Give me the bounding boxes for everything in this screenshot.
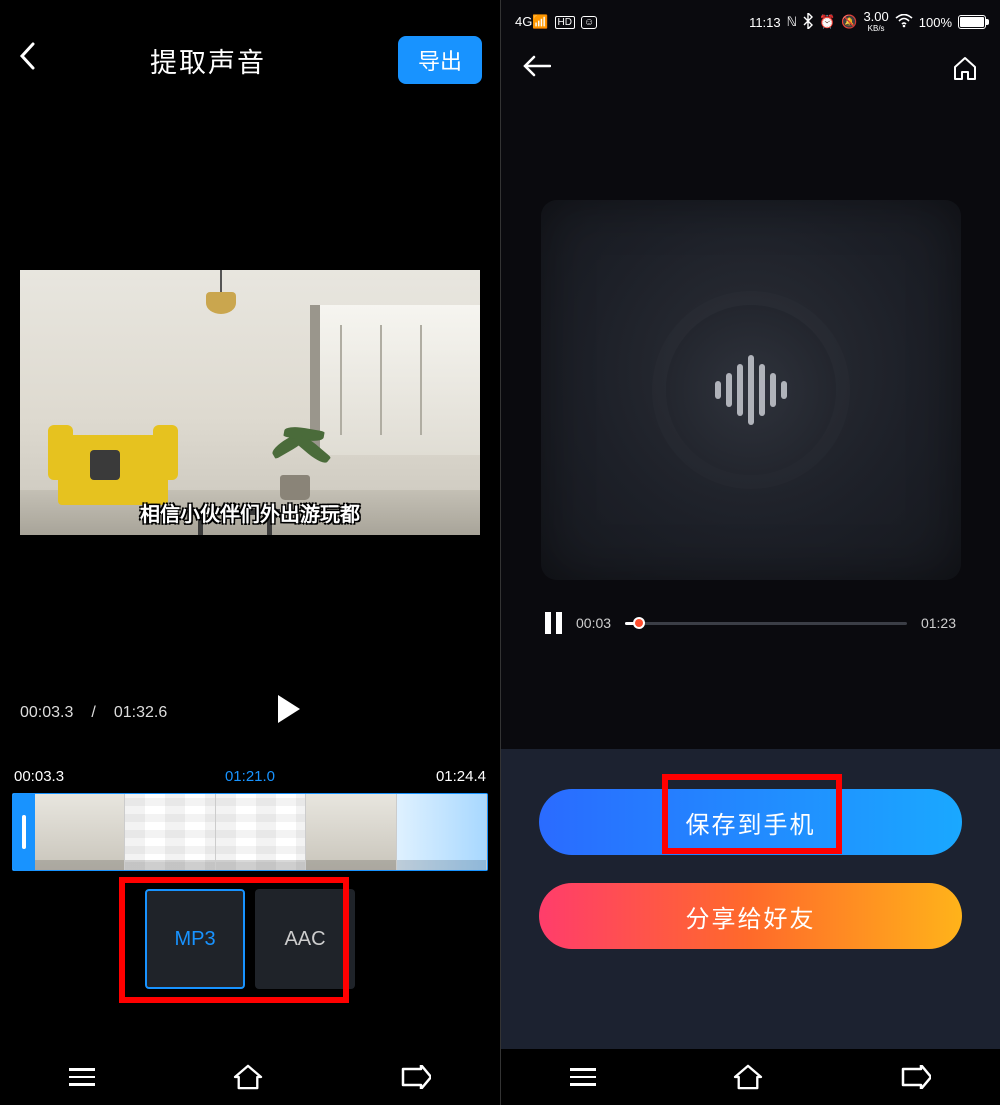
battery-icon <box>958 15 986 29</box>
thumb[interactable] <box>125 794 215 870</box>
wave-icon <box>748 355 754 425</box>
alarm-icon: ⏰ <box>819 14 835 30</box>
total-time: 01:32.6 <box>114 704 167 722</box>
progress-slider[interactable] <box>625 622 907 625</box>
status-bar: 4G📶 HD ☺ 11:13 ℕ ⏰ 🔕 3.00KB/s 100% <box>501 0 1000 36</box>
play-icon <box>278 695 300 723</box>
right-screenshot: 4G📶 HD ☺ 11:13 ℕ ⏰ 🔕 3.00KB/s 100% <box>500 0 1000 1105</box>
nfc-icon: ℕ <box>787 14 797 30</box>
pause-button[interactable] <box>545 612 562 634</box>
wave-icon <box>726 373 732 407</box>
home-button[interactable] <box>952 55 978 81</box>
time-separator: / <box>91 704 95 722</box>
mute-icon: 🔕 <box>841 14 857 30</box>
player-total-time: 01:23 <box>921 615 956 631</box>
export-button[interactable]: 导出 <box>398 36 482 84</box>
thumb[interactable] <box>216 794 306 870</box>
top-bar <box>501 36 1000 100</box>
android-nav <box>501 1049 1000 1105</box>
status-signal: 4G📶 <box>515 14 549 30</box>
timeline: 00:03.3 01:21.0 01:24.4 <box>0 768 500 871</box>
share-button[interactable]: 分享给好友 <box>539 883 962 949</box>
audio-card <box>541 200 961 580</box>
status-face-icon: ☺ <box>581 16 597 29</box>
status-battery-pct: 100% <box>919 15 952 30</box>
current-time: 00:03.3 <box>20 704 73 722</box>
format-aac[interactable]: AAC <box>255 889 355 989</box>
android-nav <box>0 1049 500 1105</box>
status-hd: HD <box>555 16 575 29</box>
wave-icon <box>737 364 743 416</box>
timeline-mid: 01:21.0 <box>225 768 275 785</box>
wave-icon <box>770 373 776 407</box>
timeline-end: 01:24.4 <box>436 768 486 785</box>
format-row: MP3 AAC <box>0 889 500 989</box>
save-button[interactable]: 保存到手机 <box>539 789 962 855</box>
nav-home[interactable] <box>733 1064 763 1090</box>
left-screenshot: 提取声音 导出 相信小伙伴们外出游玩都 00:03.3 / 01:32.6 <box>0 0 500 1105</box>
actions-panel: 保存到手机 分享给好友 <box>501 749 1000 1049</box>
play-button[interactable] <box>179 695 368 730</box>
top-bar: 提取声音 导出 <box>0 0 500 120</box>
playback-row: 00:03.3 / 01:32.6 <box>0 535 500 730</box>
wave-icon <box>759 364 765 416</box>
player-controls: 00:03 01:23 <box>501 580 1000 634</box>
thumb[interactable] <box>397 794 487 870</box>
thumb[interactable] <box>306 794 396 870</box>
page-title: 提取声音 <box>18 41 398 80</box>
filmstrip[interactable] <box>12 793 488 871</box>
video-preview[interactable]: 相信小伙伴们外出游玩都 <box>20 270 480 535</box>
player-current-time: 00:03 <box>576 615 611 631</box>
nav-back[interactable] <box>401 1065 431 1089</box>
audio-play-disc[interactable] <box>666 305 836 475</box>
nav-recent[interactable] <box>69 1068 95 1086</box>
video-caption: 相信小伙伴们外出游玩都 <box>20 498 480 527</box>
wave-icon <box>781 381 787 399</box>
wifi-icon <box>895 14 913 31</box>
thumb[interactable] <box>35 794 125 870</box>
nav-back[interactable] <box>901 1065 931 1089</box>
nav-recent[interactable] <box>570 1068 596 1086</box>
nav-home[interactable] <box>233 1064 263 1090</box>
status-speed: 3.00KB/s <box>863 10 888 34</box>
format-mp3[interactable]: MP3 <box>145 889 245 989</box>
timeline-start: 00:03.3 <box>14 768 64 785</box>
trim-handle-left[interactable] <box>13 794 35 870</box>
bluetooth-icon <box>803 13 813 32</box>
status-time: 11:13 <box>749 15 781 30</box>
back-button[interactable] <box>523 51 551 85</box>
wave-icon <box>715 381 721 399</box>
